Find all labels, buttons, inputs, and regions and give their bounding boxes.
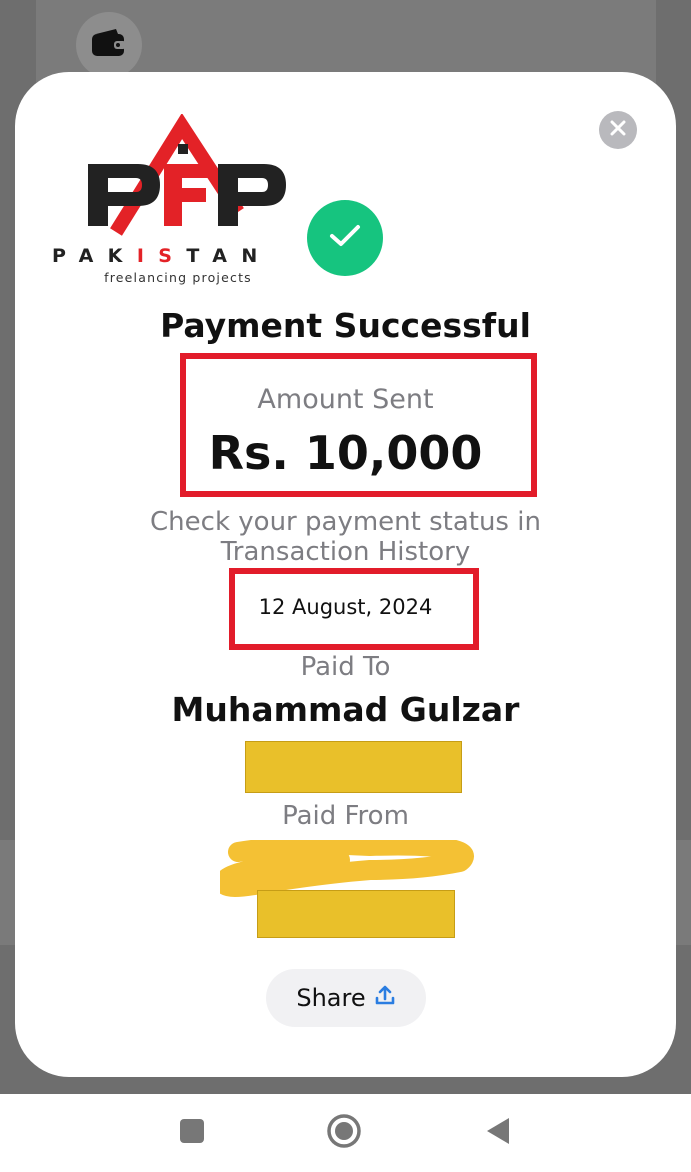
status-hint: Check your payment status in Transaction… (150, 507, 541, 567)
nav-home-button[interactable] (325, 1114, 363, 1152)
logo-tagline: freelancing projects (104, 270, 252, 285)
payee-name: Muhammad Gulzar (171, 690, 520, 729)
nav-back-button[interactable] (478, 1114, 516, 1152)
paid-to-label: Paid To (300, 652, 391, 682)
success-badge (307, 200, 383, 276)
upload-icon (374, 984, 396, 1012)
share-button[interactable]: Share (266, 969, 426, 1027)
logo-wordmark: PAKISTAN (52, 245, 272, 267)
wallet-icon (90, 28, 128, 62)
amount-label: Amount Sent (257, 384, 434, 415)
checkmark-icon (329, 224, 361, 252)
nav-recents-button[interactable] (173, 1114, 211, 1152)
redacted-account-to (245, 741, 462, 793)
close-button[interactable] (599, 111, 637, 149)
triangle-back-icon (483, 1116, 511, 1150)
wallet-button[interactable] (76, 12, 142, 78)
dialog-title: Payment Successful (160, 306, 531, 345)
circle-icon (325, 1112, 363, 1154)
amount-value: Rs. 10,000 (208, 426, 483, 480)
paid-from-label: Paid From (282, 801, 409, 831)
close-icon (609, 119, 627, 141)
system-navigation-bar (0, 1094, 691, 1172)
share-label: Share (296, 984, 366, 1012)
square-icon (178, 1117, 206, 1149)
transaction-date: 12 August, 2024 (258, 595, 433, 619)
redacted-account-from (257, 890, 455, 938)
